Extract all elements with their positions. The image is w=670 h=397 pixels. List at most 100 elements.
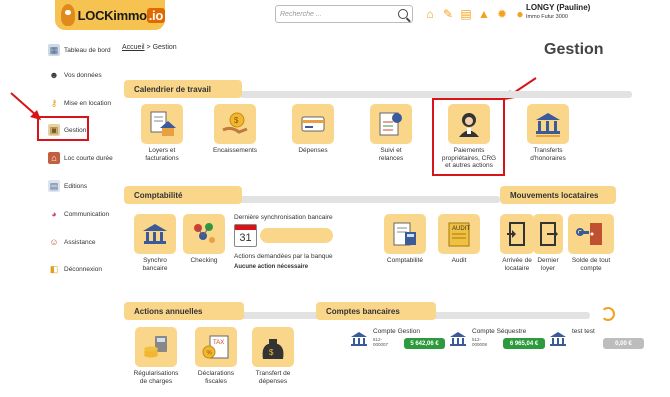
- support-icon: ☺: [49, 237, 59, 247]
- search-icon[interactable]: [398, 9, 408, 19]
- checking-icon: [183, 214, 225, 254]
- account-name[interactable]: Compte Gestion: [373, 328, 420, 335]
- last-sync-label: Dernière synchronisation bancaire: [234, 214, 333, 221]
- account-number: 512- 000007: [373, 337, 389, 347]
- paiements-highlight-box: [432, 98, 505, 176]
- section-divider: [240, 196, 500, 203]
- section-calendrier-header: Calendrier de travail: [124, 80, 242, 98]
- chat-icon: ◕: [51, 209, 57, 219]
- sidebar-item-deconnexion[interactable]: ◧ Déconnexion: [48, 263, 102, 275]
- tile-label: Synchro bancaire: [142, 257, 168, 272]
- section-comptes-header: Comptes bancaires: [316, 302, 436, 320]
- final-settlement-icon: [568, 214, 614, 254]
- user-icon[interactable]: ●: [513, 7, 527, 21]
- bank-actions-status: Aucune action nécessaire: [234, 264, 309, 270]
- tile-label: Checking: [190, 257, 218, 264]
- account-name[interactable]: test test: [572, 328, 595, 335]
- follow-up-icon: [370, 104, 412, 144]
- tile-label: Transfert de dépenses: [255, 370, 291, 385]
- search-box[interactable]: Recherche ...: [275, 5, 413, 23]
- tile-label: Suivi et relances: [378, 147, 404, 162]
- refresh-icon[interactable]: [601, 307, 615, 321]
- fee-transfer-icon: [527, 104, 569, 144]
- tile-solde-tout-compte[interactable]: Solde de tout compte: [566, 214, 616, 272]
- tile-declarations-fiscales[interactable]: TAX% Déclarations fiscales: [189, 327, 243, 385]
- document-icon[interactable]: ▤: [459, 7, 473, 21]
- section-divider: [240, 91, 632, 98]
- tile-label: Solde de tout compte: [571, 257, 611, 272]
- sidebar-item-label: Tableau de bord: [64, 46, 111, 54]
- tile-synchro-bancaire[interactable]: Synchro bancaire: [130, 214, 180, 272]
- tile-transferts-honoraires[interactable]: Transferts d'honoraires: [519, 104, 577, 162]
- bank-actions-label: Actions demandées par la banque: [234, 253, 333, 260]
- calendar-day: 31: [239, 232, 252, 244]
- sidebar-item-tableau-de-bord[interactable]: ▦ Tableau de bord: [48, 44, 111, 56]
- tile-suivi-relances[interactable]: Suivi et relances: [364, 104, 418, 162]
- sidebar-item-vos-donnees[interactable]: ☻ Vos données: [48, 69, 101, 81]
- sidebar-item-assistance[interactable]: ☺ Assistance: [48, 236, 95, 248]
- svg-text:%: %: [207, 351, 213, 357]
- tile-encaissements[interactable]: $ Encaissements: [208, 104, 262, 155]
- logo-text: LOCKimmo .io: [77, 7, 165, 23]
- svg-text:$: $: [234, 116, 239, 125]
- page: LOCKimmo .io Recherche ... ⌂ ✎ ▤ ▲ ✹ ● LO…: [0, 0, 670, 397]
- sidebar-item-communication[interactable]: ◕ Communication: [48, 208, 109, 220]
- tile-regularisations-charges[interactable]: Régularisations de charges: [129, 327, 183, 385]
- bank-icon: [350, 330, 368, 348]
- tile-transfert-depenses[interactable]: $ Transfert de dépenses: [246, 327, 300, 385]
- home-icon[interactable]: ⌂: [423, 7, 437, 21]
- tile-checking[interactable]: Checking: [181, 214, 227, 265]
- sidebar-item-label: Loc courte durée: [64, 154, 113, 162]
- bank-icon: [449, 330, 467, 348]
- sidebar-item-label: Mise en location: [64, 99, 111, 107]
- tile-label: Transferts d'honoraires: [530, 147, 566, 162]
- sidebar-item-label: Assistance: [64, 238, 96, 246]
- logout-icon: ◧: [49, 264, 59, 274]
- tenant-arrival-icon: [500, 214, 534, 254]
- gestion-highlight-box: [37, 116, 89, 141]
- account-name[interactable]: Compte Séquestre: [472, 328, 526, 335]
- breadcrumb-home-link[interactable]: Accueil: [122, 44, 145, 51]
- print-icon: ▤: [48, 180, 60, 192]
- cash-in-icon: $: [214, 104, 256, 144]
- sidebar-item-editions[interactable]: ▤ Editions: [48, 180, 87, 192]
- bell-icon[interactable]: ▲: [477, 7, 491, 21]
- sidebar-item-label: Communication: [64, 210, 110, 218]
- person-icon: ☻: [49, 70, 59, 80]
- sidebar-item-mise-en-location[interactable]: ⚷ Mise en location: [48, 97, 111, 109]
- gear-icon[interactable]: ✹: [495, 7, 509, 21]
- user-name[interactable]: LONGY (Pauline): [526, 3, 590, 12]
- tile-audit[interactable]: AUDIT Audit: [434, 214, 484, 265]
- tile-label: Dernier loyer: [537, 257, 559, 272]
- tile-comptabilite[interactable]: Comptabilité: [380, 214, 430, 265]
- tile-depenses[interactable]: Dépenses: [286, 104, 340, 155]
- sidebar-item-loc-courte-duree[interactable]: ⌂ Loc courte durée: [48, 152, 113, 164]
- expense-transfer-icon: $: [252, 327, 294, 367]
- user-company: Immo Futur 3000: [526, 14, 568, 20]
- annotation-arrow-right: [504, 77, 537, 100]
- short-rental-icon: ⌂: [48, 152, 60, 164]
- account-balance: 0,00 €: [603, 338, 644, 349]
- bank-sync-icon: [134, 214, 176, 254]
- search-input[interactable]: Recherche ...: [280, 11, 322, 18]
- section-mouvements-header: Mouvements locataires: [500, 186, 616, 204]
- breadcrumb: Accueil > Gestion: [122, 44, 177, 51]
- breadcrumb-current: Gestion: [152, 44, 177, 51]
- tile-loyers-facturations[interactable]: Loyers et facturations: [135, 104, 189, 162]
- sidebar-item-label: Déconnexion: [64, 265, 102, 273]
- tile-label: Dépenses: [298, 147, 328, 154]
- last-rent-icon: [533, 214, 563, 254]
- rent-invoice-icon: [141, 104, 183, 144]
- section-divider: [420, 312, 590, 319]
- svg-text:TAX: TAX: [213, 340, 224, 346]
- app-logo[interactable]: LOCKimmo .io: [55, 0, 165, 30]
- expenses-icon: [292, 104, 334, 144]
- section-annuelles-header: Actions annuelles: [124, 302, 244, 320]
- edit-icon[interactable]: ✎: [441, 7, 455, 21]
- mascot-icon: [61, 4, 75, 26]
- bank-icon: [549, 330, 567, 348]
- tile-dernier-loyer[interactable]: Dernier loyer: [531, 214, 565, 272]
- tile-label: Arrivée de locataire: [502, 257, 532, 272]
- account-balance: 5 642,06 €: [404, 338, 445, 349]
- last-sync-value: [260, 228, 333, 243]
